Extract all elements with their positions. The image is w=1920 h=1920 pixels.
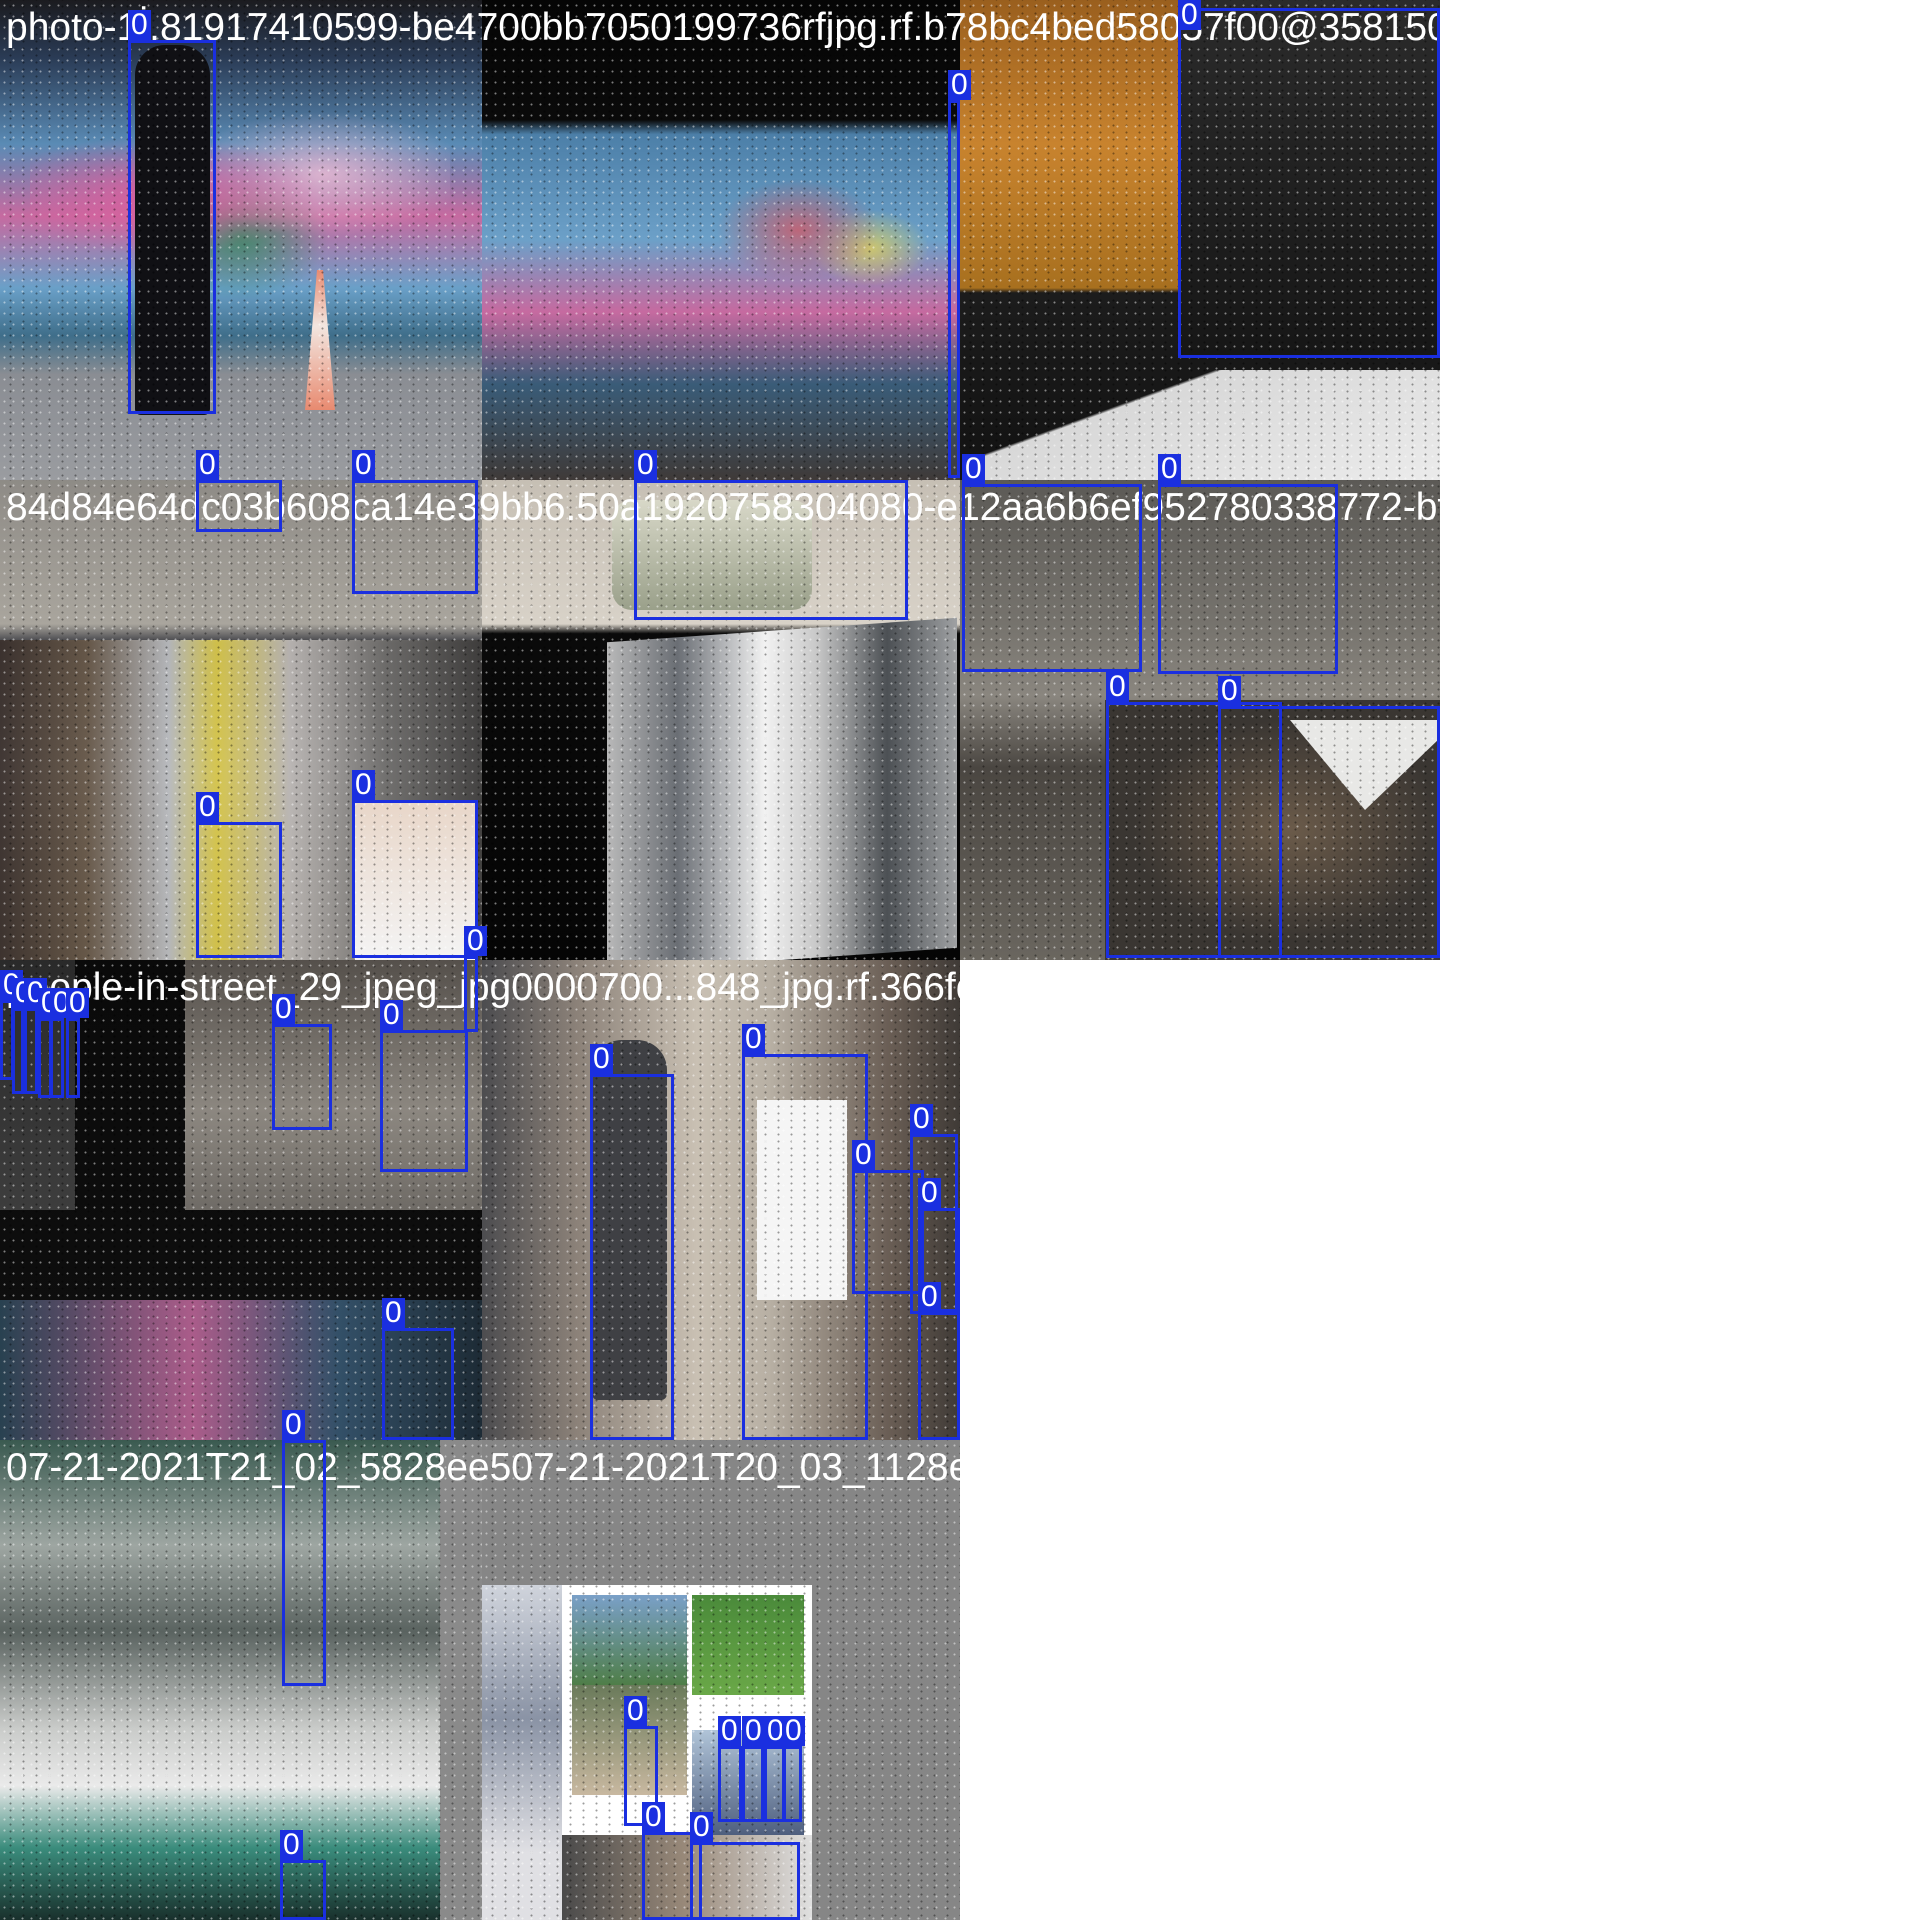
detection-box — [1218, 706, 1440, 958]
detection-class-label: 0 — [196, 792, 219, 822]
detection-class-label: 0 — [196, 450, 219, 480]
detection-class-label: 0 — [624, 1696, 647, 1726]
detection-class-label: 0 — [742, 1024, 765, 1054]
detection-class-label: 0 — [380, 1000, 403, 1030]
detection-class-label: 0 — [382, 1298, 405, 1328]
detection-class-label: 0 — [852, 1140, 875, 1170]
detection-box — [1178, 8, 1440, 358]
detection-class-label: 0 — [1106, 672, 1129, 702]
detection-class-label: 0 — [1178, 0, 1201, 30]
detection-box — [196, 480, 282, 532]
detection-class-label: 0 — [910, 1104, 933, 1134]
detection-class-label: 0 — [948, 70, 971, 100]
detection-box — [128, 40, 216, 414]
detection-class-label: 0 — [742, 1716, 765, 1746]
detection-class-label: 0 — [642, 1802, 665, 1832]
mosaic-tile-empty-2 — [960, 1440, 1440, 1920]
detection-class-label: 0 — [272, 994, 295, 1024]
detection-box — [634, 480, 908, 620]
detection-box — [690, 1842, 800, 1920]
detection-box — [12, 1008, 24, 1094]
detection-box — [282, 1440, 326, 1686]
detection-box — [718, 1746, 742, 1822]
tile-caption-row3: people-in-street_29_jpeg_jpg0000700...84… — [6, 966, 1303, 1009]
detection-class-label: 0 — [352, 450, 375, 480]
detection-box — [962, 484, 1142, 672]
detection-class-label: 0 — [66, 988, 89, 1018]
detection-box — [382, 1328, 454, 1440]
detection-box — [352, 480, 478, 594]
detection-box — [272, 1024, 332, 1130]
detection-class-label: 0 — [128, 10, 151, 40]
detection-box — [196, 822, 282, 958]
detection-class-label: 0 — [464, 926, 487, 956]
detection-class-label: 0 — [634, 450, 657, 480]
detection-box — [590, 1074, 674, 1440]
detection-class-label: 0 — [352, 770, 375, 800]
mosaic-tile-empty-1 — [960, 960, 1440, 1440]
detection-box — [24, 1008, 38, 1094]
detection-box — [464, 956, 478, 1032]
detection-class-label: 0 — [962, 454, 985, 484]
detection-class-label: 0 — [1218, 676, 1241, 706]
detection-class-label: 0 — [590, 1044, 613, 1074]
detection-box — [352, 800, 478, 958]
detection-box — [948, 100, 960, 478]
detection-box — [1158, 484, 1338, 674]
detection-box — [66, 1018, 80, 1098]
detection-box — [918, 1312, 960, 1440]
detection-class-label: 0 — [918, 1178, 941, 1208]
detection-box — [280, 1860, 326, 1920]
detection-class-label: 0 — [282, 1410, 305, 1440]
mosaic-tile-10 — [0, 1440, 482, 1920]
detection-class-label: 0 — [782, 1716, 805, 1746]
tile-caption-row1: photo-1İ.81917410599-be4700bb7050199736r… — [6, 6, 1848, 49]
detection-box — [742, 1054, 868, 1440]
detection-box — [742, 1746, 764, 1822]
detection-class-label: 0 — [690, 1812, 713, 1842]
detection-class-label: 0 — [280, 1830, 303, 1860]
mosaic-tile-1 — [0, 0, 482, 480]
detection-class-label: 0 — [718, 1716, 741, 1746]
tile-caption-row4: 07-21-2021T21_02_5828ee507-21-2021T20_03… — [6, 1446, 1318, 1489]
detection-class-label: 0 — [918, 1282, 941, 1312]
detection-box — [50, 1018, 64, 1098]
detection-class-label: 0 — [1158, 454, 1181, 484]
detection-box — [380, 1030, 468, 1172]
mosaic-tile-2 — [482, 0, 960, 480]
detection-box — [782, 1746, 802, 1822]
